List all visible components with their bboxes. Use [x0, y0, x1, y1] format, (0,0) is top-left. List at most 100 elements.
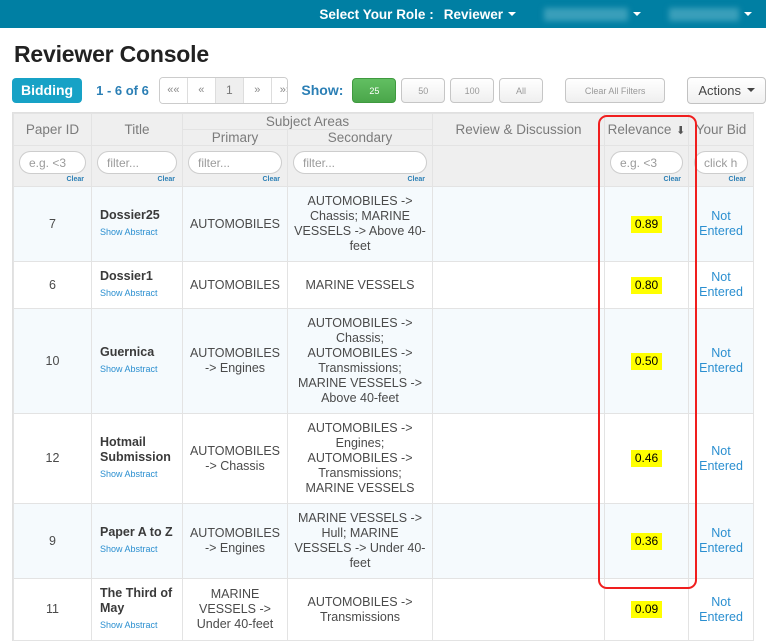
cell-title: Dossier1 Show Abstract: [92, 262, 183, 309]
chevron-down-icon: [633, 12, 641, 16]
cell-relevance: 0.09: [605, 579, 689, 641]
column-header-paper-id[interactable]: Paper ID: [14, 114, 92, 146]
table-row[interactable]: 12 Hotmail Submission Show Abstract AUTO…: [14, 414, 754, 504]
show-label: Show:: [301, 82, 343, 98]
clear-filter-your-bid[interactable]: Clear: [694, 175, 748, 184]
show-abstract-link[interactable]: Show Abstract: [100, 362, 177, 377]
table-row[interactable]: 11 The Third of May Show Abstract MARINE…: [14, 579, 754, 641]
cell-review-discussion: [433, 187, 605, 262]
page-title: Reviewer Console: [0, 28, 766, 68]
clear-filter-paper-id[interactable]: Clear: [19, 175, 86, 184]
cell-primary-subject: MARINE VESSELS -> Under 40-feet: [183, 579, 288, 641]
cell-your-bid: Not Entered: [689, 309, 754, 414]
cell-review-discussion: [433, 309, 605, 414]
column-header-relevance-label: Relevance: [608, 122, 672, 137]
filter-input-secondary[interactable]: [293, 151, 427, 174]
show-abstract-link[interactable]: Show Abstract: [100, 225, 177, 240]
top-navigation-bar: Select Your Role : Reviewer: [0, 0, 766, 28]
cell-secondary-subject: AUTOMOBILES -> Chassis; MARINE VESSELS -…: [288, 187, 433, 262]
show-abstract-link[interactable]: Show Abstract: [100, 286, 177, 301]
your-bid-link[interactable]: Not Entered: [699, 346, 743, 375]
cell-relevance: 0.50: [605, 309, 689, 414]
pager-prev-button[interactable]: «: [188, 78, 216, 103]
chevron-down-icon: [508, 12, 516, 16]
relevance-value: 0.46: [631, 450, 662, 467]
page-size-25-button[interactable]: 25: [352, 78, 396, 103]
pager-page-1-button[interactable]: 1: [216, 78, 244, 103]
your-bid-link[interactable]: Not Entered: [699, 444, 743, 473]
clear-filter-primary[interactable]: Clear: [188, 175, 282, 184]
column-header-title[interactable]: Title: [92, 114, 183, 146]
pager-first-button[interactable]: ««: [160, 78, 188, 103]
show-abstract-link[interactable]: Show Abstract: [100, 467, 177, 482]
filter-input-relevance[interactable]: [610, 151, 683, 174]
filter-cell-paper-id: Clear: [14, 146, 92, 187]
status-badge-bidding[interactable]: Bidding: [12, 78, 82, 103]
show-abstract-link[interactable]: Show Abstract: [100, 542, 177, 557]
actions-dropdown-button[interactable]: Actions: [687, 77, 766, 104]
column-header-relevance[interactable]: Relevance ⬇: [605, 114, 689, 146]
redacted-menu-1[interactable]: [544, 8, 641, 21]
your-bid-link[interactable]: Not Entered: [699, 526, 743, 555]
show-abstract-link[interactable]: Show Abstract: [100, 618, 177, 633]
table-row[interactable]: 9 Paper A to Z Show Abstract AUTOMOBILES…: [14, 504, 754, 579]
sort-descending-icon: ⬇: [676, 125, 685, 137]
cell-primary-subject: AUTOMOBILES -> Engines: [183, 309, 288, 414]
pager-next-button[interactable]: »: [244, 78, 272, 103]
cell-review-discussion: [433, 414, 605, 504]
redacted-text-2: [669, 8, 739, 21]
table-row[interactable]: 10 Guernica Show Abstract AUTOMOBILES ->…: [14, 309, 754, 414]
role-dropdown-reviewer[interactable]: Reviewer: [444, 7, 516, 22]
actions-label: Actions: [698, 78, 741, 103]
clear-filter-relevance[interactable]: Clear: [610, 175, 683, 184]
column-header-primary[interactable]: Primary: [183, 130, 288, 146]
column-group-header-subject-areas: Subject Areas: [183, 114, 433, 130]
cell-review-discussion: [433, 579, 605, 641]
redacted-menu-2[interactable]: [669, 8, 752, 21]
page-size-50-button[interactable]: 50: [401, 78, 445, 103]
column-header-review-discussion[interactable]: Review & Discussion: [433, 114, 605, 146]
cell-paper-id: 12: [14, 414, 92, 504]
record-range-text: 1 - 6 of 6: [96, 83, 149, 98]
paper-title: Dossier1: [100, 269, 153, 283]
cell-your-bid: Not Entered: [689, 579, 754, 641]
cell-title: Hotmail Submission Show Abstract: [92, 414, 183, 504]
filter-input-title[interactable]: [97, 151, 177, 174]
cell-title: Paper A to Z Show Abstract: [92, 504, 183, 579]
filter-input-your-bid[interactable]: [694, 151, 748, 174]
filter-row: Clear Clear Clear Clear Clear: [14, 146, 754, 187]
cell-paper-id: 10: [14, 309, 92, 414]
chevron-down-icon: [744, 12, 752, 16]
relevance-value: 0.36: [631, 533, 662, 550]
table-row[interactable]: 7 Dossier25 Show Abstract AUTOMOBILES AU…: [14, 187, 754, 262]
filter-cell-primary: Clear: [183, 146, 288, 187]
cell-title: Dossier25 Show Abstract: [92, 187, 183, 262]
role-dropdown-value: Reviewer: [444, 7, 503, 22]
column-header-your-bid[interactable]: Your Bid: [689, 114, 754, 146]
your-bid-link[interactable]: Not Entered: [699, 595, 743, 624]
column-header-secondary[interactable]: Secondary: [288, 130, 433, 146]
cell-primary-subject: AUTOMOBILES: [183, 187, 288, 262]
cell-secondary-subject: AUTOMOBILES -> Chassis; AUTOMOBILES -> T…: [288, 309, 433, 414]
relevance-value: 0.09: [631, 601, 662, 618]
clear-filter-title[interactable]: Clear: [97, 175, 177, 184]
clear-filter-secondary[interactable]: Clear: [293, 175, 427, 184]
page-size-100-button[interactable]: 100: [450, 78, 494, 103]
cell-your-bid: Not Entered: [689, 504, 754, 579]
paper-title: Paper A to Z: [100, 525, 173, 539]
cell-paper-id: 7: [14, 187, 92, 262]
your-bid-link[interactable]: Not Entered: [699, 209, 743, 238]
cell-secondary-subject: MARINE VESSELS -> Hull; MARINE VESSELS -…: [288, 504, 433, 579]
your-bid-link[interactable]: Not Entered: [699, 270, 743, 299]
page-size-all-button[interactable]: All: [499, 78, 543, 103]
clear-all-filters-button[interactable]: Clear All Filters: [565, 78, 665, 103]
filter-input-primary[interactable]: [188, 151, 282, 174]
pager-last-button[interactable]: »»: [272, 78, 289, 103]
filter-cell-your-bid: Clear: [689, 146, 754, 187]
table-row[interactable]: 6 Dossier1 Show Abstract AUTOMOBILES MAR…: [14, 262, 754, 309]
cell-secondary-subject: MARINE VESSELS: [288, 262, 433, 309]
table-body: Clear Clear Clear Clear Clear: [14, 146, 754, 641]
filter-input-paper-id[interactable]: [19, 151, 86, 174]
paper-title: Guernica: [100, 345, 154, 359]
cell-your-bid: Not Entered: [689, 187, 754, 262]
